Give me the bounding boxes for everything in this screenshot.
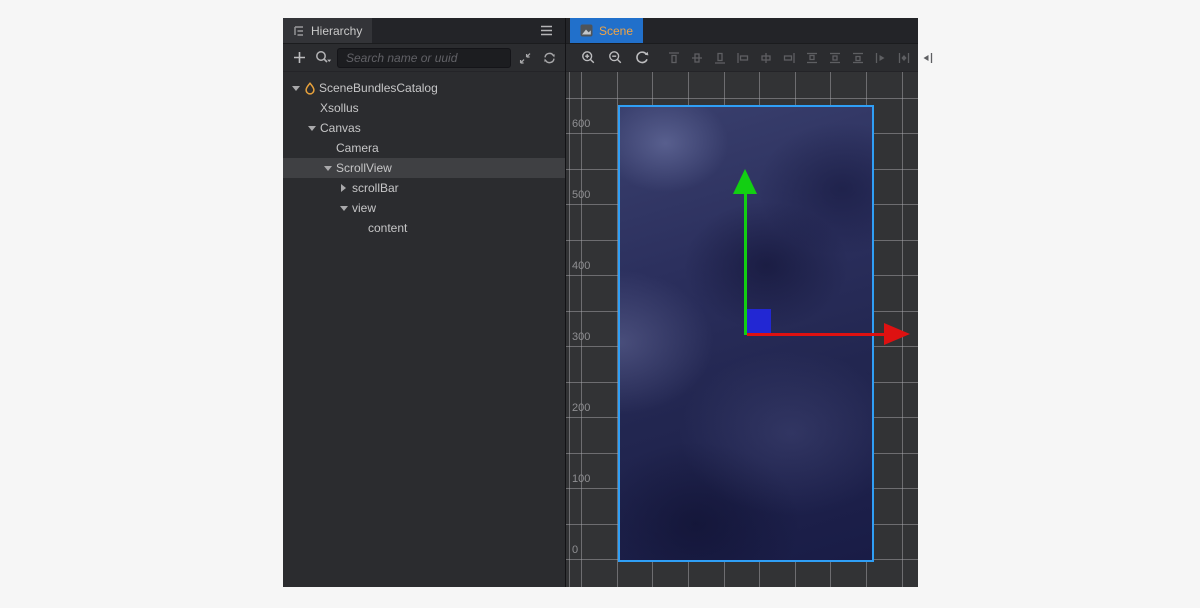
tab-hierarchy-label: Hierarchy <box>311 24 362 38</box>
tree-node-label: Canvas <box>318 121 361 135</box>
chevron-down-icon[interactable] <box>305 126 318 131</box>
tree-node-scrollview[interactable]: ScrollView <box>283 158 565 178</box>
refresh-icon[interactable] <box>539 48 559 68</box>
hierarchy-panel: Hierarchy <box>283 18 565 587</box>
distribute-right-icon: .f{fill:#5e5f62;stroke:none} <box>919 48 934 68</box>
tree-node-content[interactable]: content <box>283 218 565 238</box>
hierarchy-tabbar: Hierarchy <box>283 18 565 44</box>
scene-tabbar: Scene <box>566 18 918 44</box>
align-middle-icon: .f{fill:#5e5f62;stroke:none} <box>689 48 704 68</box>
alignment-tools-group: .f{fill:#5e5f62;stroke:none} .f{fill:#5e5… <box>666 48 934 68</box>
tree-node-label: content <box>366 221 407 235</box>
zoom-out-icon[interactable] <box>605 48 625 68</box>
hamburger-menu-icon[interactable] <box>536 21 556 41</box>
tree-node-label: SceneBundlesCatalog <box>317 81 438 95</box>
hierarchy-toolbar <box>283 44 565 72</box>
tree-node-label: ScrollView <box>334 161 392 175</box>
distribute-center-icon: .f{fill:#5e5f62;stroke:none} <box>896 48 911 68</box>
tree-node-camera[interactable]: Camera <box>283 138 565 158</box>
align-right-icon: .f{fill:#5e5f62;stroke:none} <box>781 48 796 68</box>
chevron-right-icon[interactable] <box>337 184 350 192</box>
chevron-down-icon[interactable] <box>321 166 334 171</box>
grid-line-horizontal <box>566 98 918 99</box>
ruler-label-300: 300 <box>572 330 590 344</box>
ruler-label-400: 400 <box>572 259 590 273</box>
tree-node-canvas[interactable]: Canvas <box>283 118 565 138</box>
zoom-in-icon[interactable] <box>578 48 598 68</box>
collapse-all-icon[interactable] <box>515 48 535 68</box>
ruler-label-100: 100 <box>572 472 590 486</box>
align-bottom-icon: .f{fill:#5e5f62;stroke:none} <box>712 48 727 68</box>
tab-scene-label: Scene <box>599 24 633 38</box>
tree-node-label: Xsollus <box>318 101 359 115</box>
tree-node-view[interactable]: view <box>283 198 565 218</box>
hierarchy-tree-icon <box>293 25 305 37</box>
y-axis-gizmo[interactable] <box>744 193 747 335</box>
distribute-bottom-icon: .f{fill:#5e5f62;stroke:none} <box>850 48 865 68</box>
ruler-label-0: 0 <box>572 543 578 557</box>
distribute-top-icon: .f{fill:#5e5f62;stroke:none} <box>804 48 819 68</box>
hierarchy-tree: SceneBundlesCatalog Xsollus Canvas Camera Sc… <box>283 72 565 587</box>
align-left-icon: .f{fill:#5e5f62;stroke:none} <box>735 48 750 68</box>
search-filter-icon[interactable] <box>313 48 333 68</box>
plus-icon[interactable] <box>289 48 309 68</box>
tree-node-scenebundlescatalog[interactable]: SceneBundlesCatalog <box>283 78 565 98</box>
editor-window: Hierarchy <box>283 18 918 587</box>
chevron-down-icon[interactable] <box>337 206 350 211</box>
tree-node-label: Camera <box>334 141 379 155</box>
ruler-label-500: 500 <box>572 188 590 202</box>
tree-node-label: scrollBar <box>350 181 399 195</box>
ruler-label-200: 200 <box>572 401 590 415</box>
reset-view-icon[interactable] <box>632 48 652 68</box>
search-input[interactable] <box>337 48 511 68</box>
tree-node-scrollbar[interactable]: scrollBar <box>283 178 565 198</box>
chevron-down-icon[interactable] <box>289 86 302 91</box>
align-center-icon: .f{fill:#5e5f62;stroke:none} <box>758 48 773 68</box>
grid-line-vertical <box>569 72 570 587</box>
scene-panel: Scene <box>565 18 918 587</box>
tree-node-xsollus[interactable]: Xsollus <box>283 98 565 118</box>
tree-node-label: view <box>350 201 376 215</box>
scene-viewport[interactable]: 600 500 400 300 200 100 0 <box>566 72 918 587</box>
tab-hierarchy[interactable]: Hierarchy <box>283 18 372 43</box>
ruler-label-600: 600 <box>572 117 590 131</box>
distribute-middle-icon: .f{fill:#5e5f62;stroke:none} <box>827 48 842 68</box>
y-axis-arrowhead-icon[interactable] <box>733 169 757 194</box>
scene-asset-icon <box>302 82 317 95</box>
scene-image-icon <box>580 24 593 37</box>
distribute-left-icon: .f{fill:#5e5f62;stroke:none} <box>873 48 888 68</box>
tab-scene[interactable]: Scene <box>570 18 643 43</box>
scene-toolbar: .f{fill:#5e5f62;stroke:none} .f{fill:#5e5… <box>566 44 918 72</box>
align-top-icon: .f{fill:#5e5f62;stroke:none} <box>666 48 681 68</box>
x-axis-arrowhead-icon[interactable] <box>884 323 910 345</box>
node-position-handle[interactable] <box>747 309 771 333</box>
x-axis-gizmo[interactable] <box>747 333 884 336</box>
